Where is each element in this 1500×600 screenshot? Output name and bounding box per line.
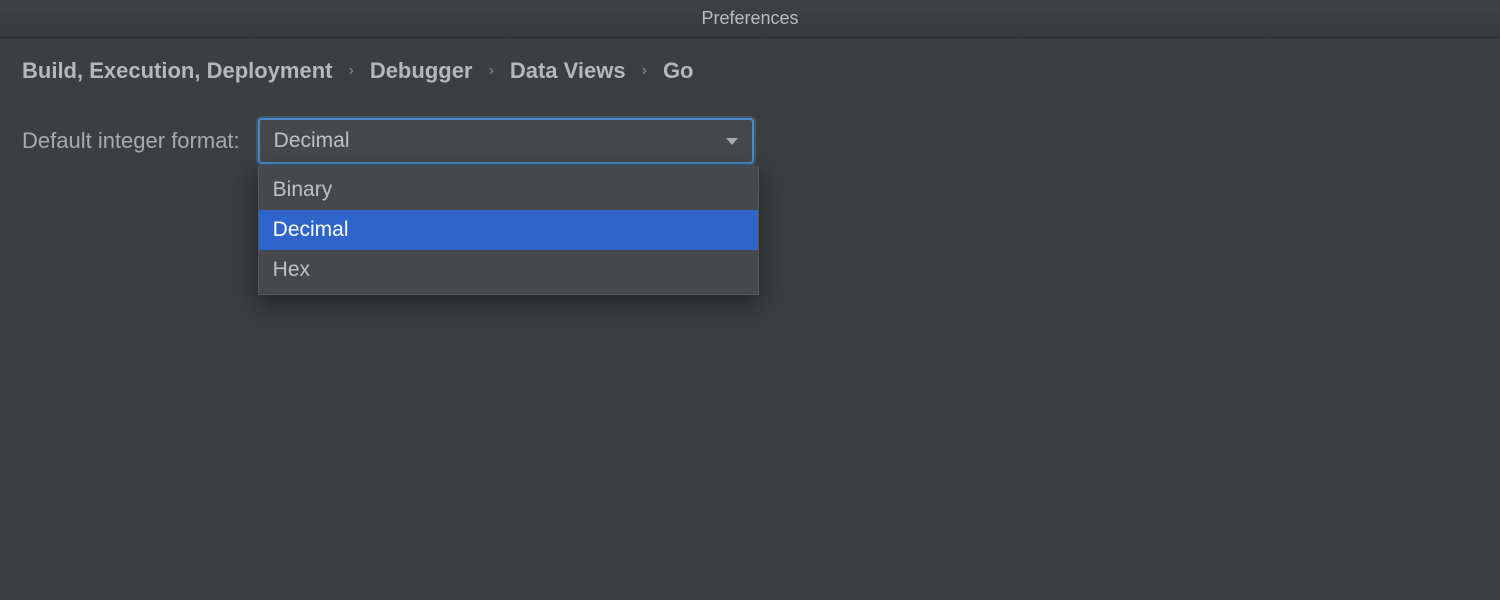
chevron-right-icon: ›: [348, 62, 353, 80]
dropdown-option-hex[interactable]: Hex: [259, 250, 758, 290]
dropdown-option-binary[interactable]: Binary: [259, 170, 758, 210]
default-integer-format-combobox[interactable]: Decimal: [258, 118, 754, 164]
default-integer-format-field: Decimal Binary Decimal Hex: [258, 118, 754, 164]
default-integer-format-dropdown: Binary Decimal Hex: [258, 166, 759, 295]
chevron-right-icon: ›: [489, 62, 494, 80]
titlebar: Preferences: [0, 0, 1500, 38]
breadcrumb-item-data-views[interactable]: Data Views: [510, 58, 626, 84]
combobox-value: Decimal: [274, 129, 350, 153]
breadcrumb-item-go[interactable]: Go: [663, 58, 694, 84]
window-title: Preferences: [701, 8, 798, 29]
default-integer-format-row: Default integer format: Decimal Binary D…: [22, 118, 1478, 164]
breadcrumb-item-build[interactable]: Build, Execution, Deployment: [22, 58, 332, 84]
chevron-down-icon: [726, 138, 738, 145]
breadcrumb: Build, Execution, Deployment › Debugger …: [22, 58, 1478, 84]
dropdown-option-decimal[interactable]: Decimal: [259, 210, 758, 250]
chevron-right-icon: ›: [642, 62, 647, 80]
preferences-content: Build, Execution, Deployment › Debugger …: [0, 38, 1500, 184]
breadcrumb-item-debugger[interactable]: Debugger: [370, 58, 473, 84]
default-integer-format-label: Default integer format:: [22, 128, 240, 154]
